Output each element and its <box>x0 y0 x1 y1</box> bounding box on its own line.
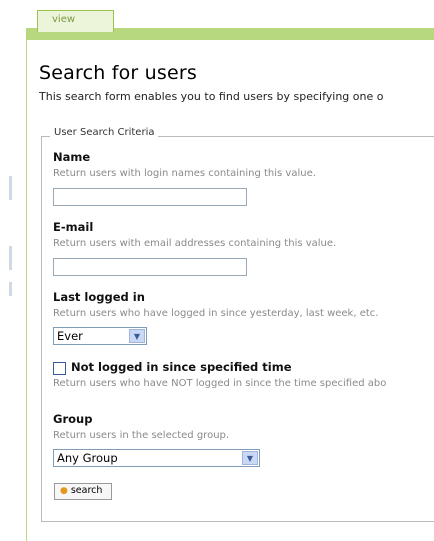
group-select[interactable]: Any Group ▼ <box>53 449 260 467</box>
panel-edge-mark <box>9 246 12 270</box>
group-help: Return users in the selected group. <box>53 430 230 441</box>
page-description: This search form enables you to find use… <box>39 90 384 103</box>
panel-edge-mark <box>9 282 12 296</box>
email-label: E-mail <box>53 220 94 234</box>
bullet-icon: ● <box>60 486 68 496</box>
fieldset-legend: User Search Criteria <box>50 127 159 138</box>
chevron-down-icon[interactable]: ▼ <box>242 451 258 465</box>
group-value: Any Group <box>57 451 118 465</box>
not-logged-in-label[interactable]: Not logged in since specified time <box>71 360 292 374</box>
email-input[interactable] <box>53 258 247 276</box>
name-input[interactable] <box>53 188 247 206</box>
tab-bar: view <box>26 0 434 40</box>
last-logged-in-select[interactable]: Ever ▼ <box>53 327 147 345</box>
tab-view[interactable]: view <box>37 10 114 32</box>
name-label: Name <box>53 150 91 164</box>
panel-edge-mark <box>9 176 12 200</box>
content-area: Search for users This search form enable… <box>26 40 434 541</box>
last-logged-in-value: Ever <box>57 329 83 343</box>
page-title: Search for users <box>39 62 198 84</box>
chevron-down-icon[interactable]: ▼ <box>129 329 145 343</box>
search-button[interactable]: ● search <box>54 483 112 500</box>
last-logged-in-help: Return users who have logged in since ye… <box>53 308 379 319</box>
search-button-label: search <box>70 485 103 496</box>
name-help: Return users with login names containing… <box>53 168 316 179</box>
email-help: Return users with email addresses contai… <box>53 238 337 249</box>
not-logged-in-checkbox[interactable] <box>53 362 66 375</box>
last-logged-in-label: Last logged in <box>53 290 145 304</box>
tab-label: view <box>52 14 76 25</box>
main-frame: view Search for users This search form e… <box>26 0 434 541</box>
group-label: Group <box>53 412 93 426</box>
not-logged-in-help: Return users who have NOT logged in sinc… <box>53 378 387 389</box>
left-panel-edge <box>0 0 26 541</box>
